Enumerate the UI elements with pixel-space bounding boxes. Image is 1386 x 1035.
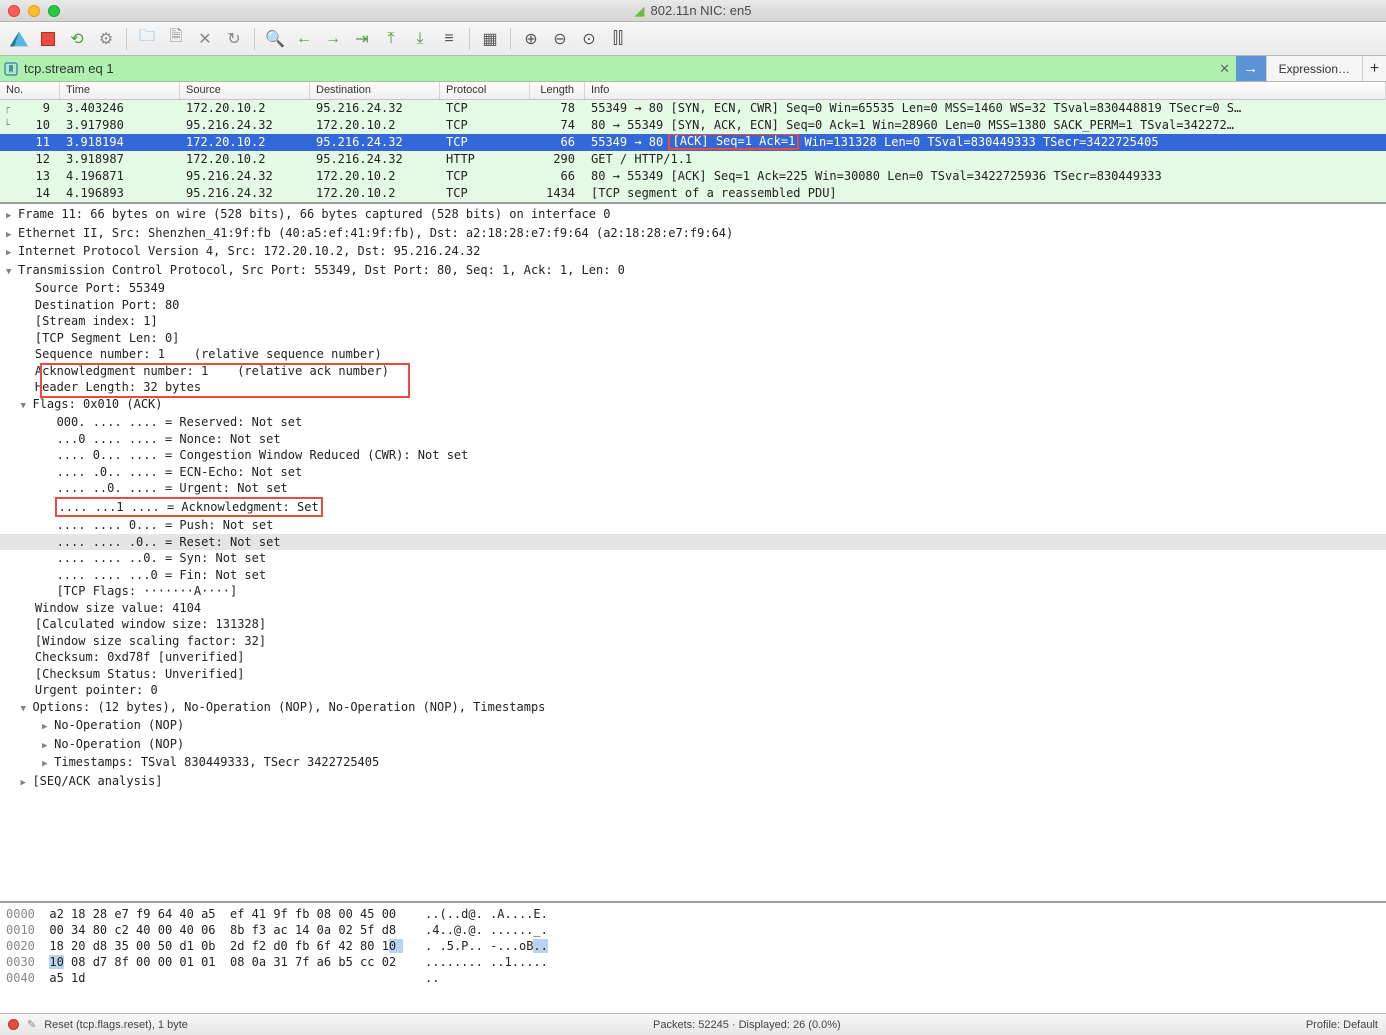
packet-row[interactable]: 113.918194172.20.10.295.216.24.32TCP6655… xyxy=(0,134,1386,151)
zoom-reset-button[interactable]: ⊙ xyxy=(576,26,602,52)
detail-seq-ack-analysis[interactable]: [SEQ/ACK analysis] xyxy=(0,773,1386,792)
packet-details-pane[interactable]: Frame 11: 66 bytes on wire (528 bits), 6… xyxy=(0,204,1386,903)
red-highlight-box-info: [ACK] Seq=1 Ack=1 xyxy=(668,134,799,150)
detail-seq-number[interactable]: Sequence number: 1 (relative sequence nu… xyxy=(0,346,1386,363)
go-forward-button[interactable]: → xyxy=(320,26,346,52)
capture-file-properties-icon[interactable]: ✎ xyxy=(27,1018,36,1031)
hex-dump-pane[interactable]: 0000 a2 18 28 e7 f9 64 40 a5 ef 41 9f fb… xyxy=(0,903,1386,1013)
detail-ethernet[interactable]: Ethernet II, Src: Shenzhen_41:9f:fb (40:… xyxy=(0,225,1386,244)
filter-bookmark-icon[interactable] xyxy=(4,62,18,76)
display-filter-input[interactable] xyxy=(0,56,1214,81)
filter-add-button[interactable]: + xyxy=(1362,56,1386,81)
col-header-no[interactable]: No. xyxy=(0,82,60,99)
titlebar: ◢ 802.11n NIC: en5 xyxy=(0,0,1386,22)
go-to-last-button[interactable]: ⤓ xyxy=(407,26,433,52)
filter-apply-button[interactable]: → xyxy=(1236,56,1266,81)
window-maximize-button[interactable] xyxy=(48,5,60,17)
packet-list-body[interactable]: ┌93.403246172.20.10.295.216.24.32TCP7855… xyxy=(0,100,1386,202)
detail-seg-len[interactable]: [TCP Segment Len: 0] xyxy=(0,330,1386,347)
close-file-button[interactable]: ✕ xyxy=(192,26,218,52)
detail-window-size-calc[interactable]: [Calculated window size: 131328] xyxy=(0,616,1386,633)
detail-flag-nonce[interactable]: ...0 .... .... = Nonce: Not set xyxy=(0,431,1386,448)
hex-line[interactable]: 0010 00 34 80 c2 40 00 40 06 8b f3 ac 14… xyxy=(6,922,1380,938)
detail-flag-reset[interactable]: .... .... .0.. = Reset: Not set xyxy=(0,534,1386,551)
detail-checksum[interactable]: Checksum: 0xd78f [unverified] xyxy=(0,649,1386,666)
packet-row[interactable]: 123.918987172.20.10.295.216.24.32HTTP290… xyxy=(0,151,1386,168)
detail-header-length[interactable]: Header Length: 32 bytes xyxy=(0,379,1386,396)
packet-row[interactable]: 134.19687195.216.24.32172.20.10.2TCP6680… xyxy=(0,168,1386,185)
detail-frame[interactable]: Frame 11: 66 bytes on wire (528 bits), 6… xyxy=(0,206,1386,225)
save-file-button[interactable]: 🗎 xyxy=(163,26,189,52)
detail-flag-cwr[interactable]: .... 0... .... = Congestion Window Reduc… xyxy=(0,447,1386,464)
window-minimize-button[interactable] xyxy=(28,5,40,17)
detail-ip[interactable]: Internet Protocol Version 4, Src: 172.20… xyxy=(0,243,1386,262)
detail-flag-ece[interactable]: .... .0.. .... = ECN-Echo: Not set xyxy=(0,464,1386,481)
col-header-source[interactable]: Source xyxy=(180,82,310,99)
detail-window-size[interactable]: Window size value: 4104 xyxy=(0,600,1386,617)
col-header-info[interactable]: Info xyxy=(585,82,1386,99)
status-field-text: Reset (tcp.flags.reset), 1 byte xyxy=(44,1019,188,1031)
display-filter-bar: ✕ → Expression… + xyxy=(0,56,1386,82)
detail-nop2[interactable]: No-Operation (NOP) xyxy=(0,736,1386,755)
expert-info-icon[interactable] xyxy=(8,1019,19,1030)
resize-columns-button[interactable]: ⫿⫿ xyxy=(605,26,631,52)
status-profile[interactable]: Profile: Default xyxy=(1306,1019,1378,1031)
auto-scroll-button[interactable]: ≡ xyxy=(436,26,462,52)
packet-row[interactable]: 144.19689395.216.24.32172.20.10.2TCP1434… xyxy=(0,185,1386,202)
detail-nop1[interactable]: No-Operation (NOP) xyxy=(0,717,1386,736)
detail-window-size-sf[interactable]: [Window size scaling factor: 32] xyxy=(0,633,1386,650)
stop-capture-button[interactable] xyxy=(35,26,61,52)
detail-checksum-status[interactable]: [Checksum Status: Unverified] xyxy=(0,666,1386,683)
wireshark-logo-icon[interactable] xyxy=(6,26,32,52)
detail-flag-fin[interactable]: .... .... ...0 = Fin: Not set xyxy=(0,567,1386,584)
detail-flag-reserved[interactable]: 000. .... .... = Reserved: Not set xyxy=(0,414,1386,431)
red-highlight-box-ack: .... ...1 .... = Acknowledgment: Set xyxy=(55,497,323,518)
go-to-first-button[interactable]: ⤒ xyxy=(378,26,404,52)
detail-flags[interactable]: Flags: 0x010 (ACK) xyxy=(0,396,1386,415)
detail-dst-port[interactable]: Destination Port: 80 xyxy=(0,297,1386,314)
detail-flag-ack[interactable]: .... ...1 .... = Acknowledgment: Set xyxy=(0,497,1386,518)
packet-list-header[interactable]: No. Time Source Destination Protocol Len… xyxy=(0,82,1386,100)
window-close-button[interactable] xyxy=(8,5,20,17)
detail-options[interactable]: Options: (12 bytes), No-Operation (NOP),… xyxy=(0,699,1386,718)
detail-urgent-pointer[interactable]: Urgent pointer: 0 xyxy=(0,682,1386,699)
detail-flag-urgent[interactable]: .... ..0. .... = Urgent: Not set xyxy=(0,480,1386,497)
packet-row[interactable]: ┌93.403246172.20.10.295.216.24.32TCP7855… xyxy=(0,100,1386,117)
detail-flag-syn[interactable]: .... .... ..0. = Syn: Not set xyxy=(0,550,1386,567)
detail-tcp[interactable]: Transmission Control Protocol, Src Port:… xyxy=(0,262,1386,281)
detail-stream-index[interactable]: [Stream index: 1] xyxy=(0,313,1386,330)
find-packet-button[interactable]: 🔍 xyxy=(262,26,288,52)
filter-expression-button[interactable]: Expression… xyxy=(1266,56,1362,81)
filter-clear-button[interactable]: ✕ xyxy=(1214,56,1236,81)
col-header-destination[interactable]: Destination xyxy=(310,82,440,99)
col-header-protocol[interactable]: Protocol xyxy=(440,82,530,99)
colorize-button[interactable]: ▦ xyxy=(477,26,503,52)
window-title: ◢ 802.11n NIC: en5 xyxy=(635,3,752,19)
packet-list-pane: No. Time Source Destination Protocol Len… xyxy=(0,82,1386,204)
detail-timestamps[interactable]: Timestamps: TSval 830449333, TSecr 34227… xyxy=(0,754,1386,773)
detail-src-port[interactable]: Source Port: 55349 xyxy=(0,280,1386,297)
status-packet-counts: Packets: 52245 · Displayed: 26 (0.0%) xyxy=(653,1019,841,1031)
zoom-in-button[interactable]: ⊕ xyxy=(518,26,544,52)
main-toolbar: ⟲ ⚙ 🗀 🗎 ✕ ↻ 🔍 ← → ⇥ ⤒ ⤓ ≡ ▦ ⊕ ⊖ ⊙ ⫿⫿ xyxy=(0,22,1386,56)
hex-line[interactable]: 0030 10 08 d7 8f 00 00 01 01 08 0a 31 7f… xyxy=(6,954,1380,970)
hex-line[interactable]: 0000 a2 18 28 e7 f9 64 40 a5 ef 41 9f fb… xyxy=(6,906,1380,922)
zoom-out-button[interactable]: ⊖ xyxy=(547,26,573,52)
open-file-button[interactable]: 🗀 xyxy=(134,26,160,52)
detail-flag-push[interactable]: .... .... 0... = Push: Not set xyxy=(0,517,1386,534)
col-header-length[interactable]: Length xyxy=(530,82,585,99)
detail-ack-number[interactable]: Acknowledgment number: 1 (relative ack n… xyxy=(0,363,1386,380)
go-back-button[interactable]: ← xyxy=(291,26,317,52)
reload-button[interactable]: ↻ xyxy=(221,26,247,52)
wifi-icon: ◢ xyxy=(635,3,645,19)
col-header-time[interactable]: Time xyxy=(60,82,180,99)
hex-line[interactable]: 0040 a5 1d .. xyxy=(6,970,1380,986)
packet-row[interactable]: └103.91798095.216.24.32172.20.10.2TCP748… xyxy=(0,117,1386,134)
detail-flag-string[interactable]: [TCP Flags: ·······A····] xyxy=(0,583,1386,600)
restart-capture-button[interactable]: ⟲ xyxy=(64,26,90,52)
hex-line[interactable]: 0020 18 20 d8 35 00 50 d1 0b 2d f2 d0 fb… xyxy=(6,938,1380,954)
capture-options-button[interactable]: ⚙ xyxy=(93,26,119,52)
go-to-packet-button[interactable]: ⇥ xyxy=(349,26,375,52)
status-bar: ✎ Reset (tcp.flags.reset), 1 byte Packet… xyxy=(0,1013,1386,1035)
